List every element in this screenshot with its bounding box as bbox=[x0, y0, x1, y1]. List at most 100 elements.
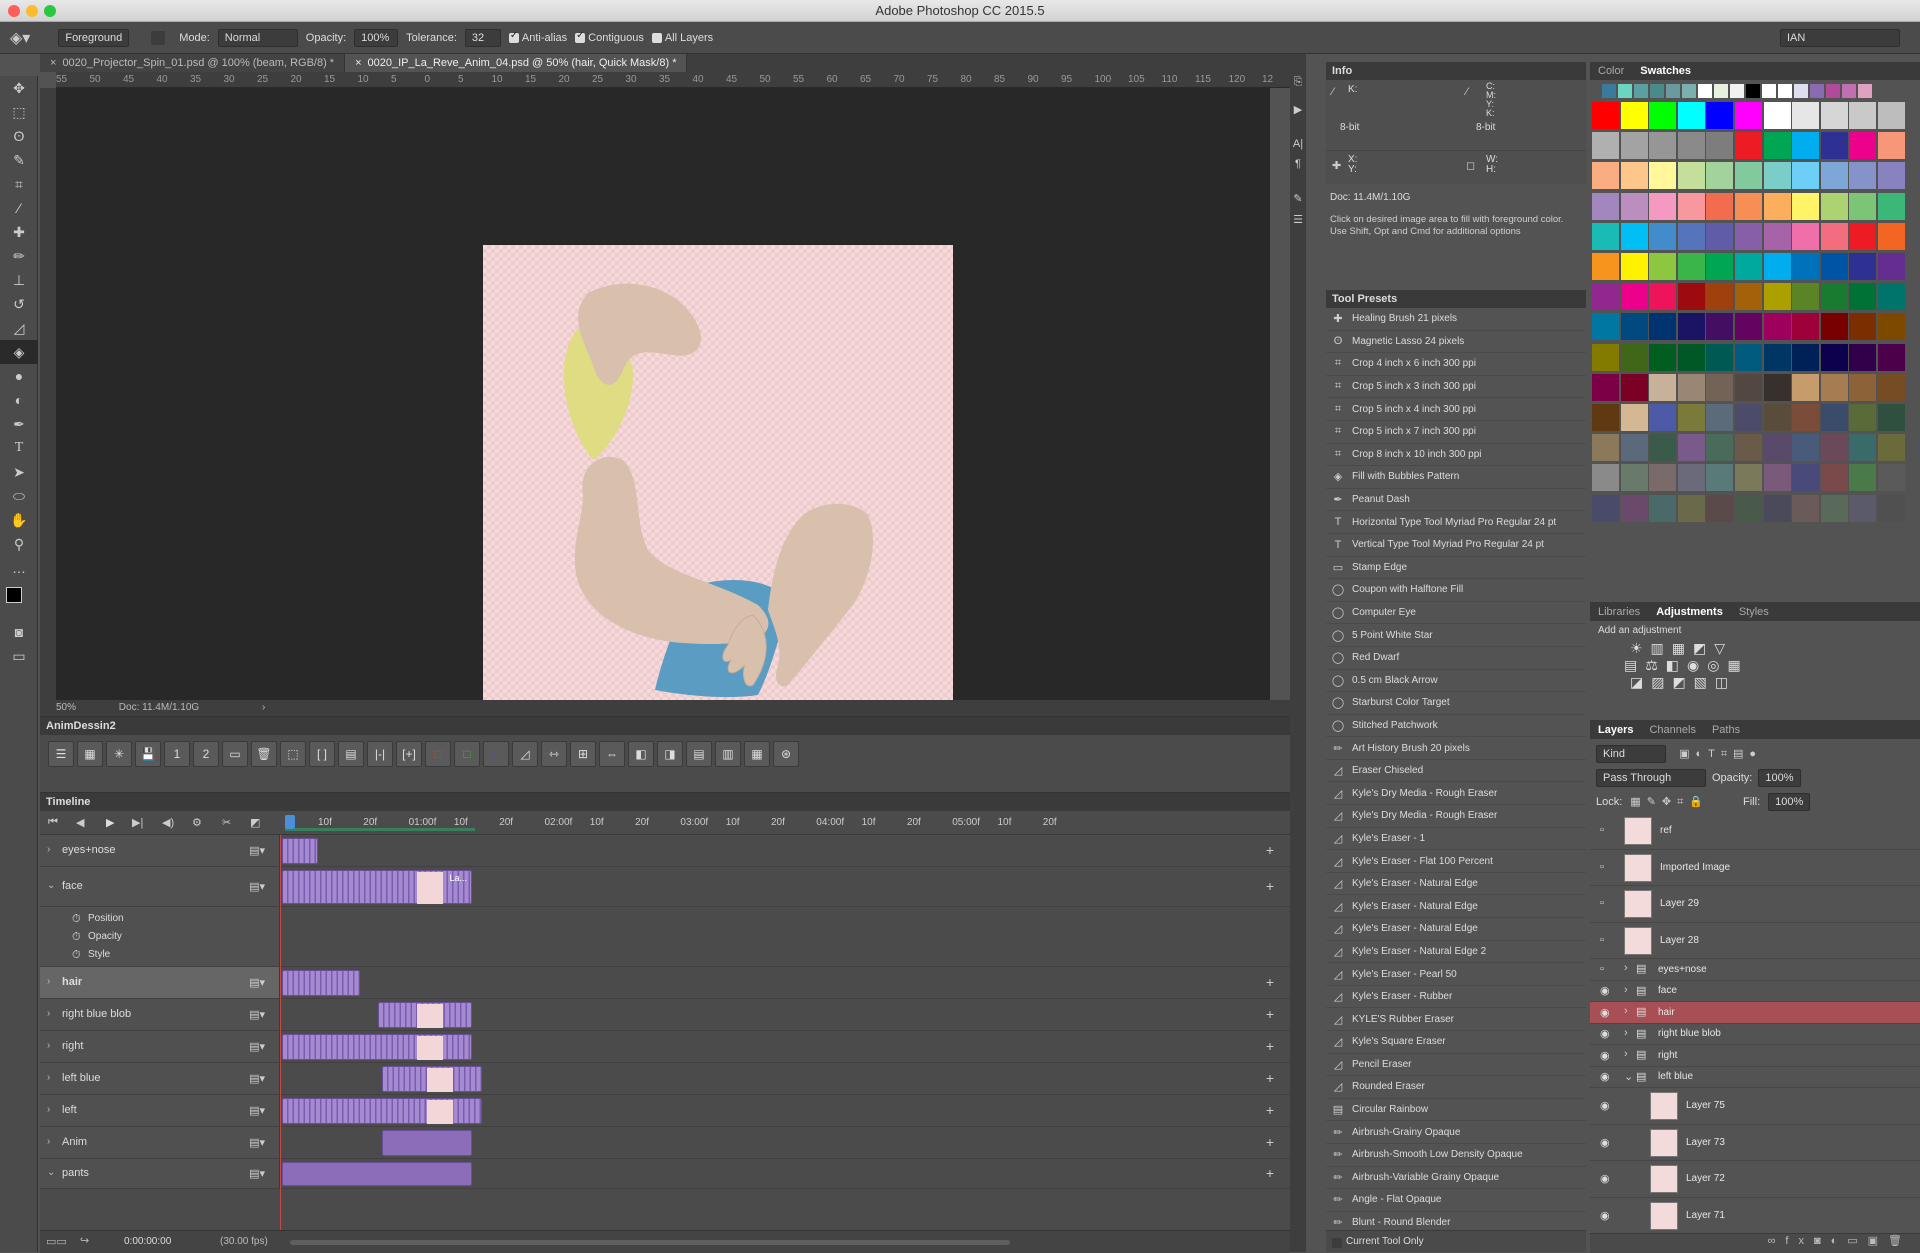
color-swatch[interactable] bbox=[1677, 222, 1705, 250]
color-swatch[interactable] bbox=[1735, 102, 1762, 129]
filmstrip-icon[interactable]: ▤▾ bbox=[249, 1136, 265, 1149]
tool-preset-item[interactable]: ◿ Rounded Eraser bbox=[1326, 1076, 1586, 1099]
kind-select[interactable]: Kind bbox=[1596, 745, 1666, 763]
tool-preset-item[interactable]: ◿ Kyle's Eraser - 1 bbox=[1326, 828, 1586, 851]
minimize-window-button[interactable] bbox=[26, 5, 38, 17]
color-swatch[interactable] bbox=[1592, 253, 1619, 280]
tool-preset-item[interactable]: ◯ 5 Point White Star bbox=[1326, 624, 1586, 647]
close-window-button[interactable] bbox=[8, 5, 20, 17]
color-swatch[interactable] bbox=[1592, 162, 1619, 190]
extend-icon[interactable]: |-| bbox=[367, 741, 393, 767]
tool-preset-item[interactable]: ▭ Stamp Edge bbox=[1326, 557, 1586, 580]
color-swatch[interactable] bbox=[1878, 343, 1905, 371]
color-swatch[interactable] bbox=[1677, 192, 1705, 220]
color-swatch[interactable] bbox=[1620, 434, 1648, 462]
color-swatch[interactable] bbox=[1849, 132, 1877, 160]
color-swatch[interactable] bbox=[1620, 222, 1648, 250]
color-swatch[interactable] bbox=[1735, 222, 1762, 250]
contiguous-checkbox[interactable]: Contiguous bbox=[575, 30, 644, 44]
timeline-scrollbar[interactable] bbox=[290, 1240, 1010, 1245]
document-canvas[interactable] bbox=[483, 245, 953, 715]
color-swatch[interactable] bbox=[1849, 464, 1877, 492]
tool-preset-item[interactable]: ⌗ Crop 5 inch x 3 inch 300 ppi bbox=[1326, 376, 1586, 399]
eye-hidden-icon[interactable]: ▫ bbox=[1600, 963, 1604, 975]
tool-preset-item[interactable]: ✏ Art History Brush 20 pixels bbox=[1326, 737, 1586, 760]
color-swatch[interactable] bbox=[1649, 102, 1677, 129]
color-swatch[interactable] bbox=[1620, 343, 1648, 371]
color-swatch[interactable] bbox=[1820, 283, 1848, 311]
first-frame-icon[interactable]: ⏮ bbox=[48, 816, 58, 829]
recent-swatch[interactable] bbox=[1618, 84, 1632, 98]
color-swatch[interactable] bbox=[1677, 404, 1705, 431]
color-swatch[interactable] bbox=[1792, 464, 1820, 492]
color-swatch[interactable] bbox=[1878, 404, 1905, 431]
paint-bucket-tool-icon[interactable]: ◈ bbox=[0, 340, 38, 364]
color-swatch[interactable] bbox=[1849, 373, 1877, 401]
chevron-down-icon[interactable]: ⌄ bbox=[47, 880, 55, 891]
color-swatch[interactable] bbox=[1620, 404, 1648, 431]
recent-swatch[interactable] bbox=[1730, 84, 1744, 98]
screen-mode-icon[interactable]: ▭ bbox=[0, 644, 38, 668]
healing-brush-tool-icon[interactable]: ✚ bbox=[0, 220, 38, 244]
timeline-clip[interactable] bbox=[282, 1034, 472, 1060]
color-swatch[interactable] bbox=[1849, 102, 1877, 129]
chevron-right-icon[interactable]: › bbox=[47, 844, 50, 855]
eye-hidden-icon[interactable]: ▫ bbox=[1600, 897, 1604, 909]
color-swatch[interactable] bbox=[1706, 464, 1734, 492]
color-swatch[interactable] bbox=[1820, 222, 1848, 250]
eye-icon[interactable]: ◉ bbox=[1600, 1209, 1610, 1222]
onion-skin-icon[interactable]: ✳ bbox=[106, 741, 132, 767]
brush-settings-icon[interactable]: ✎ bbox=[1290, 192, 1306, 205]
filmstrip-icon[interactable]: ▤▾ bbox=[249, 1167, 265, 1180]
color-swatch[interactable] bbox=[1735, 283, 1762, 311]
color-swatch[interactable] bbox=[1820, 102, 1848, 129]
color-swatch[interactable] bbox=[1649, 132, 1677, 160]
layer-row[interactable]: ▫ ref bbox=[1590, 813, 1920, 850]
color-swatch[interactable] bbox=[1592, 404, 1619, 431]
color-swatch[interactable] bbox=[1677, 373, 1705, 401]
eye-hidden-icon[interactable]: ▫ bbox=[1600, 934, 1604, 946]
timeline-clip[interactable] bbox=[378, 1002, 472, 1028]
tab-channels[interactable]: Channels bbox=[1641, 721, 1703, 739]
color-swatch[interactable] bbox=[1706, 132, 1734, 160]
recent-swatch[interactable] bbox=[1634, 84, 1648, 98]
color-swatch[interactable] bbox=[1763, 494, 1791, 522]
frame-strip-icon[interactable]: ▤ bbox=[338, 741, 364, 767]
chevron-right-icon[interactable]: › bbox=[47, 1136, 50, 1147]
color-swatch[interactable] bbox=[1878, 373, 1905, 401]
tool-preset-item[interactable]: ◯ Stitched Patchwork bbox=[1326, 715, 1586, 738]
color-swatch[interactable] bbox=[1763, 434, 1791, 462]
tool-preset-item[interactable]: ◿ Kyle's Eraser - Natural Edge bbox=[1326, 873, 1586, 896]
color-swatch[interactable] bbox=[1620, 132, 1648, 160]
color-swatch[interactable] bbox=[1735, 464, 1762, 492]
color-swatch[interactable] bbox=[1878, 313, 1905, 341]
zoom-window-button[interactable] bbox=[44, 5, 56, 17]
color-swatch[interactable] bbox=[1792, 132, 1820, 160]
track-header[interactable]: › left ▤▾ bbox=[40, 1095, 280, 1126]
hand-tool-icon[interactable]: ✋ bbox=[0, 508, 38, 532]
color-swatch[interactable] bbox=[1735, 132, 1762, 160]
playhead[interactable] bbox=[285, 815, 295, 829]
color-swatch[interactable] bbox=[1820, 343, 1848, 371]
add-media-icon[interactable]: + bbox=[1266, 1134, 1274, 1150]
prev-frame-icon[interactable]: ◀ bbox=[76, 816, 84, 829]
chevron-right-icon[interactable]: › bbox=[47, 1008, 50, 1019]
add-media-icon[interactable]: + bbox=[1266, 1165, 1274, 1181]
paragraph-icon[interactable]: ¶ bbox=[1290, 158, 1306, 170]
select-frames-icon[interactable]: ⬚ bbox=[280, 741, 306, 767]
timeline-clip[interactable] bbox=[382, 1130, 472, 1156]
color-swatch[interactable] bbox=[1592, 222, 1619, 250]
tool-preset-item[interactable]: ◯ Red Dwarf bbox=[1326, 647, 1586, 670]
color-swatch[interactable] bbox=[1792, 373, 1820, 401]
color-swatch[interactable] bbox=[1677, 283, 1705, 311]
color-swatch[interactable] bbox=[1592, 192, 1619, 220]
clone-stamp-tool-icon[interactable]: ⊥ bbox=[0, 268, 38, 292]
color-swatch[interactable] bbox=[1706, 434, 1734, 462]
character-icon[interactable]: A| bbox=[1290, 138, 1306, 150]
color-swatch[interactable] bbox=[1792, 102, 1820, 129]
layer-opacity-input[interactable]: 100% bbox=[1758, 769, 1801, 787]
color-swatch[interactable] bbox=[1620, 253, 1648, 280]
tab-layers[interactable]: Layers bbox=[1590, 721, 1641, 739]
tool-preset-item[interactable]: ◿ Kyle's Eraser - Rubber bbox=[1326, 986, 1586, 1009]
color-swatch[interactable] bbox=[1620, 102, 1648, 129]
